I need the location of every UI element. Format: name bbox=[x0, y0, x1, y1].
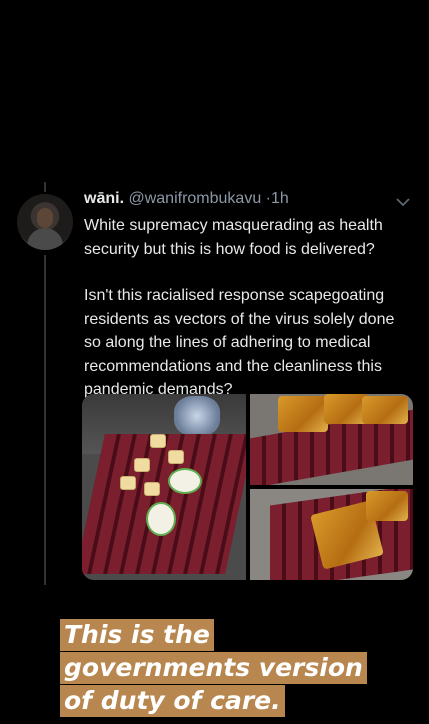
photo-food-cups-on-table[interactable] bbox=[82, 394, 246, 580]
butter-tub bbox=[168, 468, 202, 494]
food-cup bbox=[144, 482, 160, 496]
food-bag bbox=[366, 491, 408, 521]
caption-line: of duty of care. bbox=[60, 685, 285, 717]
timestamp[interactable]: 1h bbox=[271, 190, 289, 207]
caption-line: governments version bbox=[60, 652, 367, 684]
thread-connector-top bbox=[44, 182, 46, 192]
butter-tub bbox=[146, 502, 176, 536]
caption-line: This is the bbox=[60, 619, 214, 651]
tweet-media-grid bbox=[82, 394, 413, 580]
photo-food-bags[interactable] bbox=[250, 394, 413, 485]
thread-connector-bottom bbox=[44, 255, 46, 585]
tweet-paragraph: Isn't this racialised response scapegoat… bbox=[84, 287, 395, 398]
avatar[interactable] bbox=[17, 194, 73, 250]
tweet-header: wāni. @wanifrombukavu ·1h bbox=[84, 190, 289, 208]
user-handle[interactable]: @wanifrombukavu bbox=[128, 190, 261, 207]
food-cup bbox=[134, 458, 150, 472]
plastic-bag bbox=[174, 396, 220, 436]
display-name[interactable]: wāni. bbox=[84, 190, 124, 207]
chevron-down-icon[interactable] bbox=[396, 194, 410, 210]
tweet-paragraph: White supremacy masquerading as health s… bbox=[84, 217, 383, 258]
photo-food-bag-closeup[interactable] bbox=[250, 489, 413, 580]
food-bag bbox=[362, 396, 408, 424]
tweet-body: White supremacy masquerading as health s… bbox=[84, 214, 414, 425]
avatar-shirt bbox=[27, 228, 63, 250]
story-caption: This is the governments version of duty … bbox=[60, 619, 367, 718]
food-cup bbox=[120, 476, 136, 490]
avatar-face bbox=[37, 208, 53, 228]
food-cup bbox=[168, 450, 184, 464]
food-cup bbox=[150, 434, 166, 448]
food-bag bbox=[278, 396, 328, 432]
